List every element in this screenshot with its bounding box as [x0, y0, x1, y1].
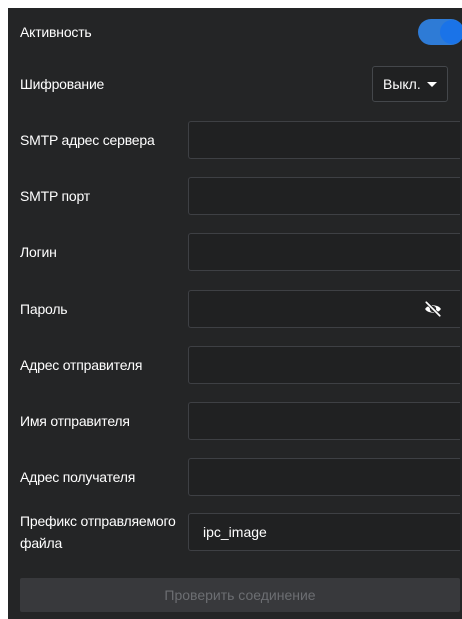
toggle-knob	[440, 20, 462, 44]
activity-label: Активность	[20, 24, 92, 40]
sender-name-input[interactable]	[188, 402, 460, 440]
encryption-row: Шифрование Выкл.	[8, 60, 462, 108]
smtp-port-input[interactable]	[188, 177, 460, 215]
smtp-server-label: SMTP адрес сервера	[20, 132, 155, 148]
check-connection-button[interactable]: Проверить соединение	[20, 578, 460, 612]
eye-off-icon[interactable]	[424, 300, 442, 318]
sender-address-input[interactable]	[188, 346, 460, 384]
email-settings-panel: Активность Шифрование Выкл. SMTP адрес с…	[8, 8, 462, 619]
file-prefix-label: Префикс отправляемого файла	[20, 513, 176, 551]
encryption-selected-value: Выкл.	[383, 76, 421, 92]
sender-name-row: Имя отправителя	[8, 397, 462, 445]
activity-toggle[interactable]	[418, 19, 462, 45]
activity-row: Активность	[8, 8, 462, 56]
password-row: Пароль	[8, 285, 462, 333]
smtp-port-row: SMTP порт	[8, 172, 462, 220]
password-input[interactable]	[188, 290, 460, 328]
sender-address-row: Адрес отправителя	[8, 341, 462, 389]
caret-down-icon	[427, 82, 437, 87]
sender-address-label: Адрес отправителя	[20, 357, 143, 373]
smtp-server-input[interactable]	[188, 121, 460, 159]
encryption-label: Шифрование	[20, 76, 105, 92]
login-input[interactable]	[188, 233, 460, 271]
login-row: Логин	[8, 228, 462, 276]
login-label: Логин	[20, 244, 57, 260]
encryption-select[interactable]: Выкл.	[372, 66, 448, 102]
recipient-address-input[interactable]	[188, 458, 460, 496]
smtp-server-row: SMTP адрес сервера	[8, 116, 462, 164]
file-prefix-input[interactable]: ipc_image	[188, 513, 460, 551]
smtp-port-label: SMTP порт	[20, 188, 90, 204]
recipient-address-row: Адрес получателя	[8, 453, 462, 501]
sender-name-label: Имя отправителя	[20, 413, 130, 429]
password-label: Пароль	[20, 301, 68, 317]
recipient-address-label: Адрес получателя	[20, 469, 136, 485]
file-prefix-row: Префикс отправляемого файла ipc_image	[8, 508, 462, 556]
